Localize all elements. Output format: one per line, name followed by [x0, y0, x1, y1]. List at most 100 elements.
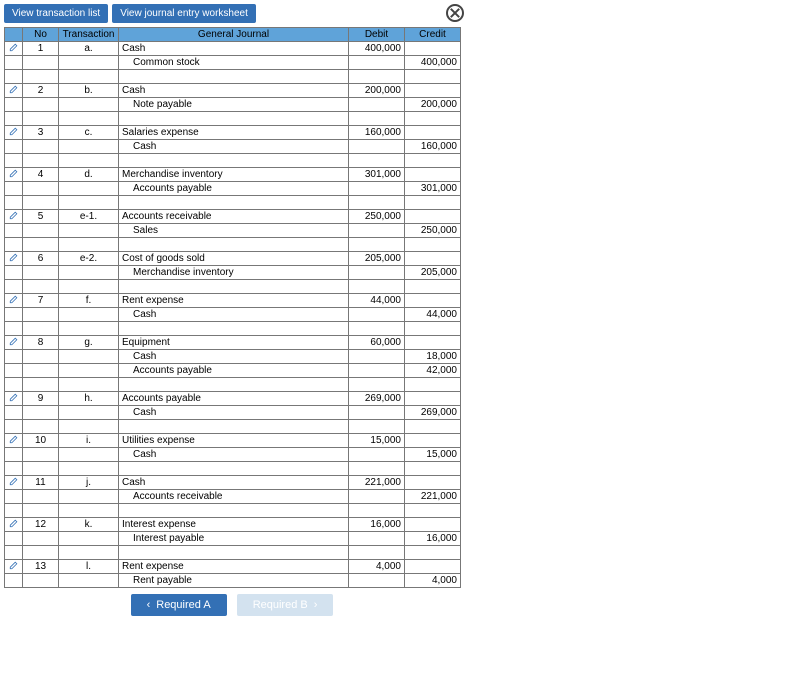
- edit-cell-blank: [5, 224, 23, 238]
- close-icon[interactable]: [446, 4, 464, 22]
- debit-cell: 15,000: [349, 434, 405, 448]
- debit-cell: 16,000: [349, 518, 405, 532]
- transaction-cell: [59, 420, 119, 434]
- general-journal-cell: Merchandise inventory: [119, 168, 349, 182]
- transaction-cell: e-1.: [59, 210, 119, 224]
- credit-cell: [405, 420, 461, 434]
- table-row: 7f.Rent expense44,000: [5, 294, 461, 308]
- credit-cell: [405, 168, 461, 182]
- transaction-cell: a.: [59, 42, 119, 56]
- debit-cell: 200,000: [349, 84, 405, 98]
- credit-cell: [405, 476, 461, 490]
- edit-entry-button[interactable]: [5, 294, 23, 308]
- transaction-cell: [59, 378, 119, 392]
- credit-cell: [405, 322, 461, 336]
- edit-entry-button[interactable]: [5, 518, 23, 532]
- edit-entry-button[interactable]: [5, 476, 23, 490]
- credit-cell: 200,000: [405, 98, 461, 112]
- edit-cell-blank: [5, 546, 23, 560]
- general-journal-cell: Cost of goods sold: [119, 252, 349, 266]
- table-row: Cash160,000: [5, 140, 461, 154]
- general-journal-cell: Accounts payable: [119, 392, 349, 406]
- no-cell: [23, 504, 59, 518]
- table-row: 9h.Accounts payable269,000: [5, 392, 461, 406]
- general-journal-cell: Interest expense: [119, 518, 349, 532]
- debit-cell: 4,000: [349, 560, 405, 574]
- credit-cell: 18,000: [405, 350, 461, 364]
- general-journal-cell: [119, 546, 349, 560]
- table-row: 8g.Equipment60,000: [5, 336, 461, 350]
- credit-cell: [405, 112, 461, 126]
- edit-entry-button[interactable]: [5, 126, 23, 140]
- debit-cell: [349, 98, 405, 112]
- edit-cell-blank: [5, 490, 23, 504]
- no-cell: 9: [23, 392, 59, 406]
- no-cell: [23, 490, 59, 504]
- edit-entry-button[interactable]: [5, 392, 23, 406]
- credit-cell: [405, 336, 461, 350]
- general-journal-cell: Accounts payable: [119, 364, 349, 378]
- edit-cell-blank: [5, 140, 23, 154]
- credit-cell: [405, 238, 461, 252]
- credit-cell: [405, 42, 461, 56]
- debit-cell: 250,000: [349, 210, 405, 224]
- debit-cell: [349, 378, 405, 392]
- debit-cell: 205,000: [349, 252, 405, 266]
- table-row: 12k.Interest expense16,000: [5, 518, 461, 532]
- edit-entry-button[interactable]: [5, 168, 23, 182]
- general-journal-cell: Rent expense: [119, 560, 349, 574]
- credit-cell: [405, 154, 461, 168]
- credit-cell: 250,000: [405, 224, 461, 238]
- edit-cell-blank: [5, 406, 23, 420]
- header-debit: Debit: [349, 28, 405, 42]
- table-row: Rent payable4,000: [5, 574, 461, 588]
- header-row: No Transaction General Journal Debit Cre…: [5, 28, 461, 42]
- edit-cell-blank: [5, 56, 23, 70]
- debit-cell: [349, 532, 405, 546]
- credit-cell: [405, 378, 461, 392]
- header-edit: [5, 28, 23, 42]
- table-row: [5, 322, 461, 336]
- required-a-button[interactable]: ‹ Required A: [131, 594, 227, 616]
- credit-cell: [405, 294, 461, 308]
- table-row: [5, 112, 461, 126]
- debit-cell: [349, 448, 405, 462]
- chevron-right-icon: ›: [314, 599, 318, 611]
- transaction-cell: f.: [59, 294, 119, 308]
- edit-entry-button[interactable]: [5, 434, 23, 448]
- required-b-label: Required B: [253, 599, 308, 611]
- credit-cell: [405, 504, 461, 518]
- general-journal-cell: Equipment: [119, 336, 349, 350]
- table-row: Cash44,000: [5, 308, 461, 322]
- edit-cell-blank: [5, 238, 23, 252]
- debit-cell: [349, 70, 405, 84]
- credit-cell: [405, 560, 461, 574]
- no-cell: 13: [23, 560, 59, 574]
- credit-cell: 42,000: [405, 364, 461, 378]
- required-b-button[interactable]: Required B ›: [237, 594, 334, 616]
- debit-cell: [349, 196, 405, 210]
- no-cell: [23, 532, 59, 546]
- view-journal-entry-worksheet-button[interactable]: View journal entry worksheet: [112, 4, 256, 23]
- credit-cell: 221,000: [405, 490, 461, 504]
- transaction-cell: [59, 574, 119, 588]
- edit-entry-button[interactable]: [5, 336, 23, 350]
- transaction-cell: l.: [59, 560, 119, 574]
- transaction-cell: [59, 308, 119, 322]
- edit-entry-button[interactable]: [5, 252, 23, 266]
- header-transaction: Transaction: [59, 28, 119, 42]
- general-journal-cell: Utilities expense: [119, 434, 349, 448]
- edit-cell-blank: [5, 350, 23, 364]
- no-cell: [23, 112, 59, 126]
- edit-entry-button[interactable]: [5, 560, 23, 574]
- general-journal-cell: Common stock: [119, 56, 349, 70]
- edit-entry-button[interactable]: [5, 210, 23, 224]
- no-cell: 7: [23, 294, 59, 308]
- credit-cell: [405, 392, 461, 406]
- table-row: [5, 70, 461, 84]
- view-transaction-list-button[interactable]: View transaction list: [4, 4, 108, 23]
- table-row: Accounts payable301,000: [5, 182, 461, 196]
- table-row: Cash15,000: [5, 448, 461, 462]
- edit-entry-button[interactable]: [5, 84, 23, 98]
- edit-entry-button[interactable]: [5, 42, 23, 56]
